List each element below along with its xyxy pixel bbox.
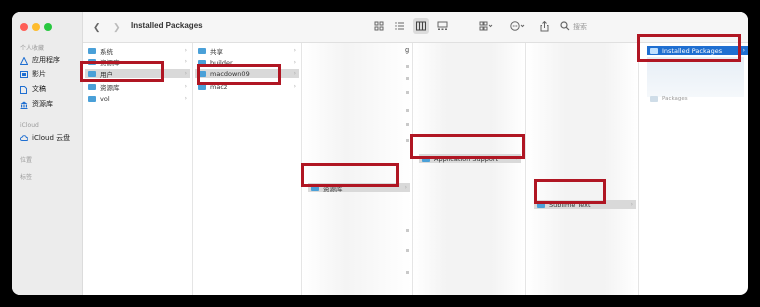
chevron-right-icon: › (184, 95, 187, 102)
close-window-button[interactable] (20, 23, 28, 31)
gallery-view-icon[interactable] (437, 21, 448, 34)
film-icon (20, 70, 28, 78)
search-icon[interactable] (560, 21, 570, 34)
applications-icon (19, 55, 29, 65)
folder-icon (650, 95, 658, 102)
share-icon[interactable] (540, 20, 549, 35)
chevron-right-icon: › (293, 59, 296, 66)
partial-chevron (406, 123, 409, 126)
tags-header: 标签 (20, 174, 33, 181)
sidebar-item-label: 文稿 (32, 85, 46, 93)
highlight-box (80, 61, 164, 82)
more-actions-icon[interactable] (510, 21, 526, 34)
sidebar-item-label: iCloud 云盘 (32, 134, 71, 142)
highlight-box (301, 163, 399, 187)
highlight-box (410, 134, 525, 159)
chevron-right-icon: › (293, 47, 296, 54)
highlight-box (637, 34, 741, 62)
sidebar-item-label: 资源库 (32, 100, 53, 108)
highlight-box (534, 179, 606, 204)
forward-chevron-icon[interactable]: ❯ (113, 21, 121, 33)
highlight-box (197, 64, 281, 85)
minimize-window-button[interactable] (32, 23, 40, 31)
blurred-region (647, 57, 744, 97)
partial-chevron (406, 229, 409, 232)
group-by-icon[interactable] (479, 21, 493, 34)
chevron-right-icon: › (293, 83, 296, 90)
icon-view-icon[interactable] (374, 21, 384, 34)
cloud-icon (20, 134, 29, 142)
chevron-right-icon: › (404, 184, 407, 191)
sidebar-item-movies[interactable]: 影片 (20, 69, 46, 79)
list-item[interactable]: 共享 › (195, 46, 299, 56)
sidebar-item-label: 应用程序 (32, 56, 60, 64)
partial-chevron (406, 65, 409, 68)
folder-icon (198, 47, 206, 54)
column-sublime-text: Installed Packages › Packages (639, 43, 748, 295)
partial-chevron (406, 249, 409, 252)
search-placeholder[interactable]: 搜索 (573, 21, 587, 33)
document-icon (20, 85, 28, 94)
folder-icon (88, 83, 96, 90)
list-item[interactable]: vol › (85, 94, 190, 103)
chevron-right-icon: › (184, 70, 187, 77)
zoom-window-button[interactable] (44, 23, 52, 31)
partial-chevron (406, 271, 409, 274)
sidebar-item-icloud-drive[interactable]: iCloud 云盘 (20, 133, 70, 143)
partial-chevron (406, 109, 409, 112)
sidebar: 个人收藏 应用程序 影片 文稿 资源库 iCloud iCloud 云盘 位置 … (12, 12, 83, 295)
library-icon (20, 101, 28, 109)
icloud-header: iCloud (20, 122, 39, 129)
partial-chevron (406, 77, 409, 80)
column-view-icon[interactable] (413, 18, 429, 34)
locations-header: 位置 (20, 157, 33, 164)
list-item[interactable]: 资源库 › (85, 82, 190, 92)
chevron-right-icon: › (184, 83, 187, 90)
partial-chevron (406, 91, 409, 94)
sidebar-item-library[interactable]: 资源库 (20, 99, 53, 109)
list-view-icon[interactable] (395, 21, 405, 34)
chevron-right-icon: › (184, 58, 187, 65)
favorites-header: 个人收藏 (20, 45, 45, 52)
back-chevron-icon[interactable]: ❮ (93, 21, 101, 33)
partial-chevron (406, 139, 409, 142)
list-item[interactable]: Packages (647, 94, 744, 103)
partial-label: g (405, 47, 409, 54)
finder-window: 个人收藏 应用程序 影片 文稿 资源库 iCloud iCloud 云盘 位置 … (12, 12, 748, 295)
list-item[interactable]: 系统 › (85, 46, 190, 56)
sidebar-item-documents[interactable]: 文稿 (20, 84, 46, 94)
chevron-right-icon: › (742, 47, 745, 54)
column-library: Application Support › (413, 43, 526, 295)
window-title: Installed Packages (131, 21, 203, 30)
chevron-right-icon: › (184, 47, 187, 54)
chevron-right-icon: › (293, 70, 296, 77)
sidebar-item-applications[interactable]: 应用程序 (19, 55, 60, 65)
column-application-support: Sublime Text › (526, 43, 639, 295)
sidebar-item-label: 影片 (32, 70, 46, 78)
folder-icon (88, 47, 96, 54)
folder-icon (88, 95, 96, 102)
chevron-right-icon: › (630, 201, 633, 208)
